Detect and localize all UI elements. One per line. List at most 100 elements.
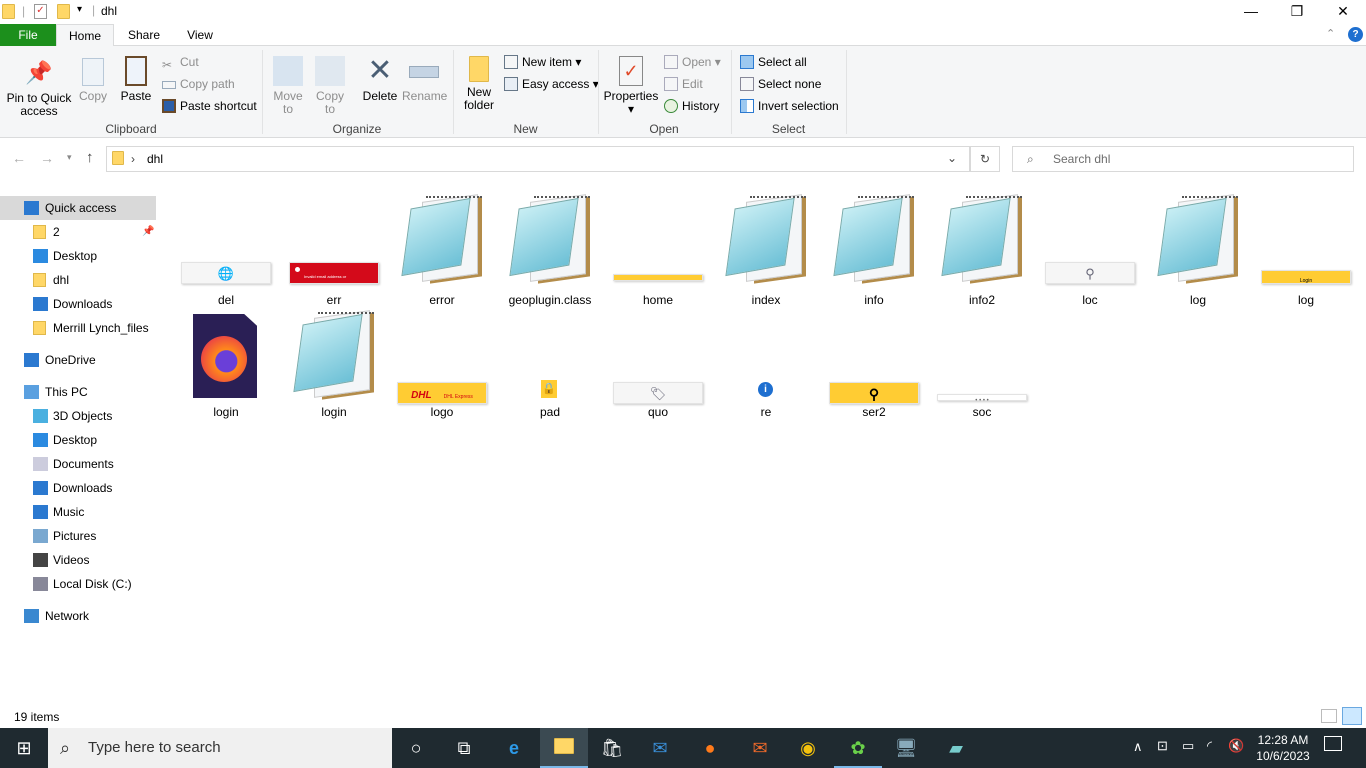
- tab-home[interactable]: Home: [56, 24, 114, 47]
- nav-item-pictures[interactable]: Pictures: [0, 524, 156, 548]
- search-input[interactable]: ⌕ Search dhl: [1012, 146, 1354, 172]
- copy-to-button[interactable]: Copy to: [310, 56, 350, 116]
- nav-item-onedrive[interactable]: OneDrive: [0, 348, 156, 372]
- refresh-button[interactable]: ↻: [970, 146, 1000, 172]
- properties-button[interactable]: ✓ Properties ▾: [602, 56, 660, 116]
- file-explorer-icon[interactable]: [540, 728, 588, 768]
- taskbar-search-box[interactable]: ⌕ Type here to search: [48, 728, 392, 768]
- clock-date[interactable]: 10/6/2023: [1252, 749, 1314, 763]
- mail-icon[interactable]: ✉: [636, 728, 684, 768]
- open-button[interactable]: Open ▾: [662, 52, 721, 72]
- file-item[interactable]: index: [714, 194, 818, 307]
- close-button[interactable]: ✕: [1320, 0, 1366, 24]
- recent-locations-button[interactable]: ▾: [67, 152, 72, 163]
- store-icon[interactable]: 🛍: [588, 728, 636, 768]
- nav-item-music[interactable]: Music: [0, 500, 156, 524]
- file-item[interactable]: geoplugin.class: [498, 194, 602, 307]
- tab-view[interactable]: View: [174, 24, 226, 46]
- show-hidden-icons[interactable]: ∧: [1133, 739, 1143, 755]
- tab-file[interactable]: File: [0, 24, 56, 46]
- new-item-button[interactable]: New item ▾: [502, 52, 581, 72]
- file-item[interactable]: Login log: [1254, 194, 1358, 307]
- nav-item-dhl[interactable]: dhl: [0, 268, 156, 292]
- large-icons-view-button[interactable]: [1342, 707, 1362, 725]
- wifi-icon[interactable]: ◜: [1207, 738, 1212, 754]
- chrome-icon[interactable]: ◉: [784, 728, 832, 768]
- notifications-icon[interactable]: [1324, 736, 1342, 751]
- breadcrumb-dhl[interactable]: dhl: [147, 152, 163, 166]
- maximize-button[interactable]: ❐: [1274, 0, 1320, 24]
- collapse-ribbon-icon[interactable]: ⌃: [1326, 27, 1335, 40]
- nav-item-desktop[interactable]: Desktop: [0, 428, 156, 452]
- invert-selection-button[interactable]: Invert selection: [738, 96, 839, 116]
- file-item[interactable]: 🌐 del: [174, 194, 278, 307]
- nav-item-2[interactable]: 2 📌: [0, 220, 156, 244]
- file-item[interactable]: error: [390, 194, 494, 307]
- mail-app-icon[interactable]: ✉: [736, 728, 784, 768]
- file-item[interactable]: ⚲ ser2: [822, 310, 926, 420]
- firefox-icon[interactable]: ●: [686, 728, 734, 768]
- edit-button[interactable]: Edit: [662, 74, 703, 94]
- up-button[interactable]: ↑: [86, 149, 94, 166]
- select-all-button[interactable]: Select all: [738, 52, 807, 72]
- remote-app-icon[interactable]: 🖥: [882, 728, 930, 768]
- nav-item-documents[interactable]: Documents: [0, 452, 156, 476]
- customize-qat-icon[interactable]: ▾: [77, 4, 82, 15]
- network-alert-icon[interactable]: ⊡: [1157, 738, 1168, 754]
- file-item[interactable]: i re: [714, 310, 818, 420]
- file-item[interactable]: home: [606, 194, 710, 307]
- nav-item-videos[interactable]: Videos: [0, 548, 156, 572]
- nav-item-merrill-lynch-files[interactable]: Merrill Lynch_files: [0, 316, 156, 340]
- file-item[interactable]: 🏷 quo: [606, 310, 710, 420]
- clock-time[interactable]: 12:28 AM: [1252, 733, 1314, 747]
- new-folder-button[interactable]: New folder: [460, 56, 498, 112]
- copy-button[interactable]: Copy: [76, 58, 110, 103]
- file-item[interactable]: login: [282, 310, 386, 420]
- file-item[interactable]: • • • • soc: [930, 310, 1034, 420]
- tab-share[interactable]: Share: [118, 24, 170, 46]
- new-folder-quick-icon[interactable]: [57, 4, 70, 19]
- rename-button[interactable]: Rename: [402, 56, 447, 103]
- copy-path-button[interactable]: Copy path: [160, 74, 235, 94]
- nav-item-desktop[interactable]: Desktop: [0, 244, 156, 268]
- file-item[interactable]: info: [822, 194, 926, 307]
- address-dropdown-icon[interactable]: ⌄: [947, 151, 957, 165]
- delete-button[interactable]: ✕ Delete: [360, 56, 400, 103]
- cortana-icon[interactable]: ○: [392, 728, 440, 768]
- cut-button[interactable]: ✂ Cut: [160, 52, 199, 72]
- nav-item-this-pc[interactable]: This PC: [0, 380, 156, 404]
- minimize-button[interactable]: —: [1228, 0, 1274, 24]
- paste-button[interactable]: Paste: [118, 56, 154, 103]
- paste-shortcut-button[interactable]: Paste shortcut: [160, 96, 257, 116]
- file-item[interactable]: 🔒 pad: [498, 310, 602, 420]
- move-to-button[interactable]: Move to: [268, 56, 308, 116]
- select-none-button[interactable]: Select none: [738, 74, 821, 94]
- properties-quick-icon[interactable]: ✓: [34, 4, 47, 19]
- file-item[interactable]: login: [174, 310, 278, 420]
- nav-item-network[interactable]: Network: [0, 604, 156, 628]
- nav-item-3d-objects[interactable]: 3D Objects: [0, 404, 156, 428]
- file-item[interactable]: log: [1146, 194, 1250, 307]
- forward-button[interactable]: →: [40, 150, 54, 166]
- nav-item-quick-access[interactable]: Quick access: [0, 196, 156, 220]
- file-item[interactable]: ⚲ loc: [1038, 194, 1142, 307]
- file-item[interactable]: Invalid email address or password err: [282, 194, 386, 307]
- nav-item-downloads[interactable]: Downloads: [0, 292, 156, 316]
- volume-muted-icon[interactable]: 🔇: [1228, 738, 1244, 754]
- file-item[interactable]: info2: [930, 194, 1034, 307]
- app-icon[interactable]: ✿: [834, 728, 882, 768]
- file-item[interactable]: DHL DHL Express logo: [390, 310, 494, 420]
- task-view-icon[interactable]: ⧉: [440, 728, 488, 768]
- nav-item-downloads[interactable]: Downloads: [0, 476, 156, 500]
- pin-icon[interactable]: 📌: [142, 220, 154, 244]
- address-bar[interactable]: › dhl ⌄: [106, 146, 970, 172]
- notepad-icon[interactable]: ▰: [932, 728, 980, 768]
- edge-icon[interactable]: e: [490, 728, 538, 768]
- history-button[interactable]: History: [662, 96, 719, 116]
- details-view-button[interactable]: [1321, 709, 1337, 723]
- back-button[interactable]: ←: [12, 150, 26, 166]
- pin-to-quick-access-button[interactable]: 📌 Pin to Quick access: [4, 58, 74, 118]
- easy-access-button[interactable]: Easy access ▾: [502, 74, 599, 94]
- help-icon[interactable]: ?: [1348, 27, 1363, 42]
- battery-icon[interactable]: ▭: [1182, 738, 1194, 754]
